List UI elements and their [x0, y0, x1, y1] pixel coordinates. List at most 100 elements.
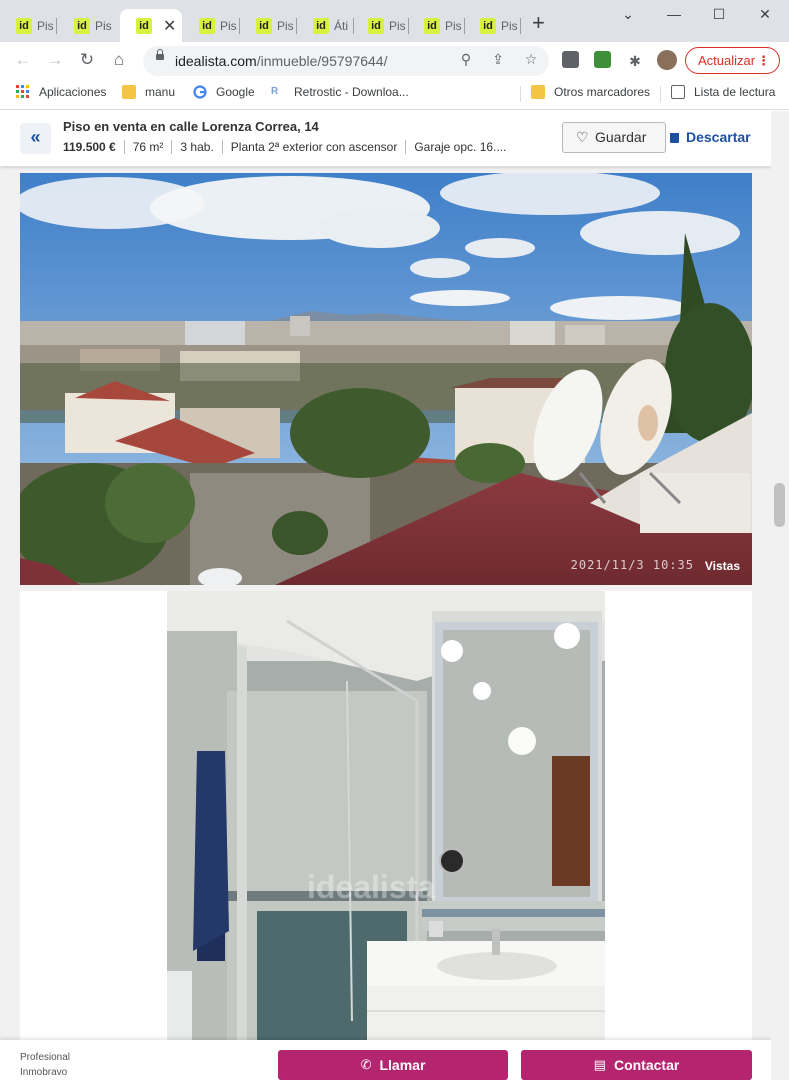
listing-facts: 119.500 € 76 m² 3 hab. Planta 2ª exterio…	[63, 140, 514, 154]
url-text[interactable]: idealista.com/inmueble/95797644/	[175, 53, 387, 69]
scrollbar-thumb[interactable]	[774, 483, 785, 527]
save-label: Guardar	[595, 129, 647, 145]
page-content: 2021/11/3 10:35 Vistas idealista « Piso …	[0, 111, 789, 1080]
new-tab-button[interactable]: +	[532, 12, 545, 34]
browser-tab[interactable]: id Pis	[240, 9, 297, 42]
reading-list-icon	[671, 85, 685, 99]
photo-view-from-terrace[interactable]: 2021/11/3 10:35 Vistas	[20, 173, 752, 585]
tab-title: Pis	[501, 18, 518, 33]
google-icon	[193, 85, 207, 99]
reload-icon[interactable]: ↻	[76, 50, 98, 70]
url-path: /inmueble/95797644/	[256, 53, 388, 69]
bookmark-reading-list[interactable]: Lista de lectura	[671, 85, 775, 99]
bookmark-retrostic[interactable]: R Retrostic - Downloa...	[271, 85, 409, 99]
idealista-favicon-icon: id	[16, 17, 32, 34]
browser-tab[interactable]: id Pis	[352, 9, 409, 42]
maximize-icon[interactable]: ☐	[704, 6, 734, 23]
photo-container: idealista	[20, 591, 752, 1080]
url-host: idealista.com	[175, 53, 257, 69]
photo-caption: Vistas	[704, 559, 740, 573]
minimize-icon[interactable]: —	[659, 6, 689, 22]
retrostic-icon: R	[271, 86, 279, 97]
agent-type: Profesional	[20, 1052, 71, 1063]
profile-avatar[interactable]	[657, 50, 677, 70]
double-chevron-left-icon: «	[30, 127, 41, 147]
browser-tab[interactable]: id Áti	[297, 9, 354, 42]
update-chrome-button[interactable]: Actualizar ⋮	[685, 47, 780, 74]
save-button[interactable]: ♡ Guardar	[562, 122, 666, 153]
zoom-search-icon[interactable]: ⚲	[456, 51, 476, 68]
idealista-favicon-icon: id	[199, 17, 215, 34]
bookmark-apps[interactable]: Aplicaciones	[16, 85, 106, 99]
close-tab-icon[interactable]: ✕	[163, 16, 176, 36]
heart-icon: ♡	[576, 129, 589, 145]
listing-rooms: 3 hab.	[171, 140, 221, 154]
idealista-favicon-icon: id	[480, 17, 496, 34]
close-window-icon[interactable]: ✕	[750, 6, 780, 23]
browser-tab[interactable]: id Pis	[58, 9, 115, 42]
bathroom-photo-image	[167, 591, 605, 1080]
listing-price: 119.500 €	[63, 140, 116, 154]
listing-title: Piso en venta en calle Lorenza Correa, 1…	[63, 119, 319, 134]
chat-icon: ▤	[593, 1057, 606, 1072]
photo-timestamp: 2021/11/3 10:35	[570, 558, 694, 572]
photo-bathroom[interactable]: idealista	[167, 591, 605, 1080]
idealista-favicon-icon: id	[136, 17, 152, 34]
bookmark-label: Retrostic - Downloa...	[294, 85, 409, 99]
tab-title: Pis	[95, 18, 112, 33]
tab-title: Áti	[334, 18, 349, 33]
share-icon[interactable]: ⇪	[488, 51, 508, 68]
bookmark-manu[interactable]: manu	[122, 85, 175, 99]
tab-search-icon[interactable]: ⌄	[613, 6, 643, 23]
back-button[interactable]: «	[20, 123, 51, 154]
listing-garage: Garaje opc. 16....	[405, 140, 514, 154]
tab-strip: id Pis id Pis id ✕ id Pis id Pis id Áti id Pis …	[0, 0, 789, 42]
idealista-favicon-icon: id	[368, 17, 384, 34]
discard-button[interactable]: Descartar	[670, 129, 751, 145]
tab-title: Pis	[445, 18, 462, 33]
bookmark-google[interactable]: Google	[193, 85, 255, 99]
bookmark-label: Google	[216, 85, 255, 99]
forward-arrow-icon[interactable]: →	[44, 50, 66, 70]
bookmark-star-icon[interactable]: ☆	[521, 51, 541, 68]
extensions-puzzle-icon[interactable]: ✱	[624, 51, 646, 71]
bookmark-label: Lista de lectura	[694, 85, 776, 99]
idealista-favicon-icon: id	[424, 17, 440, 34]
trash-icon	[670, 133, 679, 143]
browser-toolbar: ← → ↻ ⌂ idealista.com/inmueble/95797644/…	[0, 42, 789, 78]
contact-button[interactable]: ▤ Contactar	[521, 1050, 752, 1080]
idealista-favicon-icon: id	[313, 17, 329, 34]
menu-dots-icon: ⋮	[757, 53, 770, 68]
agent-name[interactable]: Inmobravo	[20, 1067, 67, 1078]
browser-tab[interactable]: id Pis	[408, 9, 465, 42]
extension-icon[interactable]	[594, 51, 611, 68]
browser-tab-active[interactable]: id ✕	[120, 9, 182, 42]
listing-sticky-header: « Piso en venta en calle Lorenza Correa,…	[0, 111, 771, 166]
contact-footer: Profesional Inmobravo ✆ Llamar ▤ Contactar	[0, 1040, 771, 1080]
call-button[interactable]: ✆ Llamar	[278, 1050, 508, 1080]
phone-icon: ✆	[360, 1057, 372, 1072]
browser-tab[interactable]: id Pis	[464, 9, 521, 42]
folder-icon	[122, 85, 136, 99]
tab-title: Pis	[220, 18, 237, 33]
apps-grid-icon	[16, 85, 29, 98]
address-bar[interactable]: idealista.com/inmueble/95797644/ ⚲ ⇪ ☆	[143, 46, 549, 76]
bookmark-other[interactable]: Otros marcadores	[531, 85, 650, 99]
call-label: Llamar	[379, 1057, 426, 1073]
idealista-favicon-icon: id	[256, 17, 272, 34]
bookmark-separator	[520, 86, 521, 102]
bookmark-label: Aplicaciones	[39, 85, 107, 99]
page-scrollbar[interactable]	[771, 111, 789, 1080]
back-arrow-icon[interactable]: ←	[12, 50, 34, 70]
bookmark-label: manu	[145, 85, 176, 99]
listing-area: 76 m²	[123, 140, 172, 154]
browser-window: id Pis id Pis id ✕ id Pis id Pis id Áti id Pis …	[0, 0, 789, 1080]
extension-icon[interactable]	[562, 51, 579, 68]
tab-title: Pis	[277, 18, 294, 33]
browser-tab[interactable]: id Pis	[183, 9, 240, 42]
browser-tab[interactable]: id Pis	[0, 9, 57, 42]
photo-watermark: idealista	[307, 869, 436, 905]
home-icon[interactable]: ⌂	[108, 50, 130, 70]
bookmark-label: Otros marcadores	[554, 85, 651, 99]
view-photo-image	[20, 173, 752, 585]
